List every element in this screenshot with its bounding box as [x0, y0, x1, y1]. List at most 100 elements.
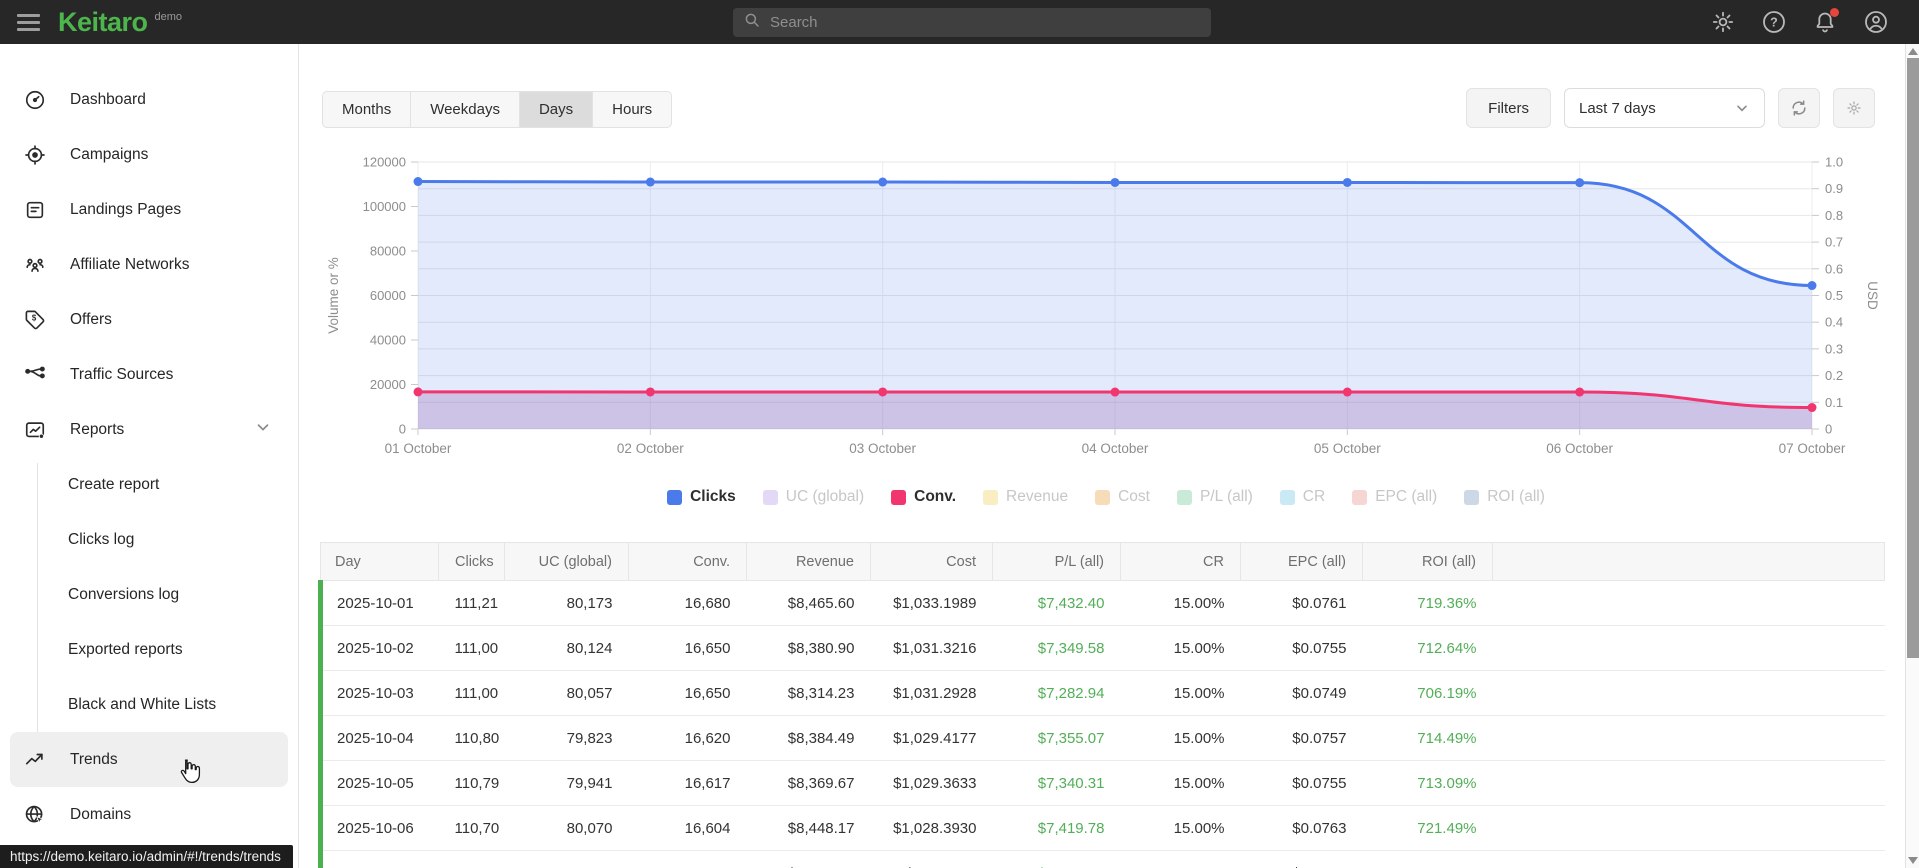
column-header-day[interactable]: Day — [320, 542, 439, 581]
sidebar-item-clicks-log[interactable]: Clicks log — [0, 512, 298, 567]
sidebar-item-trends[interactable]: Trends — [10, 732, 288, 787]
sidebar-item-label: Campaigns — [70, 145, 149, 163]
sidebar-item-create-report[interactable]: Create report — [0, 457, 298, 512]
legend-item-roi-all-[interactable]: ROI (all) — [1464, 488, 1545, 506]
svg-text:20000: 20000 — [370, 377, 406, 392]
legend-label: P/L (all) — [1199, 488, 1253, 505]
sidebar-item-reports[interactable]: Reports — [0, 402, 298, 457]
table-cell: 80,124 — [504, 625, 629, 671]
svg-text:$: $ — [32, 313, 37, 322]
legend-item-cost[interactable]: Cost — [1095, 488, 1150, 506]
search-input[interactable] — [770, 14, 1201, 31]
svg-text:0.6: 0.6 — [1825, 261, 1843, 276]
table-row: 2025-10-02 111,00 80,124 16,650 $8,380.90 $1,… — [318, 625, 1885, 671]
legend-item-cr[interactable]: CR — [1279, 488, 1325, 506]
table-cell: 581.20% — [1362, 850, 1493, 868]
table-cell: 2025-10-05 — [318, 760, 439, 806]
svg-text:100000: 100000 — [363, 199, 406, 214]
table-cell: 110,79 — [438, 760, 505, 806]
scroll-up-arrow[interactable] — [1908, 48, 1918, 55]
main-content: Months Weekdays Days Hours Filters Last 7 d… — [300, 44, 1905, 868]
user-icon — [1865, 11, 1887, 33]
scrollbar-thumb[interactable] — [1907, 58, 1919, 658]
legend-swatch — [983, 489, 999, 505]
link-preview-tooltip: https://demo.keitaro.io/admin/#!/trends/… — [0, 845, 293, 868]
column-header-uc-global-[interactable]: UC (global) — [504, 542, 629, 581]
table-cell: 111,00 — [438, 670, 505, 716]
table-cell: 16,604 — [628, 805, 747, 851]
sidebar-item-traffic-sources[interactable]: Traffic Sources — [0, 347, 298, 402]
settings-button[interactable] — [1711, 10, 1735, 34]
column-header-clicks[interactable]: Clicks — [438, 542, 505, 581]
table-cell — [1492, 805, 1885, 851]
column-header-cost[interactable]: Cost — [870, 542, 993, 581]
question-icon: ? — [1763, 11, 1785, 33]
legend-swatch — [762, 489, 778, 505]
svg-text:?: ? — [1770, 16, 1778, 30]
sidebar-item-black-and-white-lists[interactable]: Black and White Lists — [0, 677, 298, 732]
account-button[interactable] — [1864, 10, 1888, 34]
column-header-conv-[interactable]: Conv. — [628, 542, 747, 581]
column-header-epc-all-[interactable]: EPC (all) — [1240, 542, 1363, 581]
help-button[interactable]: ? — [1762, 10, 1786, 34]
table-row: 2025-10-0764,4844,4579,648$4,069.24$597.… — [318, 850, 1885, 868]
table-cell: 80,173 — [504, 580, 629, 626]
legend-item-revenue[interactable]: Revenue — [983, 488, 1068, 506]
legend-item-clicks[interactable]: Clicks — [667, 488, 736, 506]
date-range-value: Last 7 days — [1579, 99, 1656, 117]
legend-label: EPC (all) — [1375, 488, 1438, 505]
sidebar-item-landings-pages[interactable]: Landings Pages — [0, 182, 298, 237]
legend-item-uc-global-[interactable]: UC (global) — [762, 488, 864, 506]
legend-label: Conv. — [914, 488, 957, 505]
trends-table: Day Clicks UC (global) Conv. Revenue Cost P/L … — [318, 542, 1885, 868]
dashboard-icon — [24, 89, 46, 111]
table-cell: $4,069.24 — [746, 850, 871, 868]
legend-item-epc-all-[interactable]: EPC (all) — [1352, 488, 1437, 506]
traffic-icon — [24, 364, 46, 386]
menu-toggle-icon[interactable] — [0, 0, 46, 44]
notifications-button[interactable] — [1813, 8, 1839, 34]
svg-text:0: 0 — [399, 422, 406, 437]
legend-item-p-l-all-[interactable]: P/L (all) — [1176, 488, 1253, 506]
chart-legend: Clicks UC (global) Conv. Revenue Cost P/L (al… — [322, 488, 1890, 506]
table-cell: 9,648 — [628, 850, 747, 868]
svg-text:Volume or %: Volume or % — [326, 257, 341, 334]
column-header-roi-all-[interactable]: ROI (all) — [1362, 542, 1493, 581]
column-header-revenue[interactable]: Revenue — [746, 542, 871, 581]
table-cell: 706.19% — [1362, 670, 1493, 716]
global-search[interactable] — [733, 8, 1211, 37]
table-cell: 80,057 — [504, 670, 629, 716]
sidebar-item-affiliate-networks[interactable]: Affiliate Networks — [0, 237, 298, 292]
table-cell: 16,650 — [628, 670, 747, 716]
table-row: 2025-10-04 110,80 79,823 16,620 $8,384.49 $1,… — [318, 715, 1885, 761]
table-cell: 15.00% — [1120, 580, 1241, 626]
sidebar-item-dashboard[interactable]: Dashboard — [0, 72, 298, 127]
table-row: 2025-10-06 110,70 80,070 16,604 $8,448.17 $1,… — [318, 805, 1885, 851]
legend-swatch — [891, 489, 907, 505]
table-cell: 713.09% — [1362, 760, 1493, 806]
svg-text:0.1: 0.1 — [1825, 395, 1843, 410]
chevron-down-icon — [1737, 105, 1747, 112]
column-header-cr[interactable]: CR — [1120, 542, 1241, 581]
table-cell — [1492, 760, 1885, 806]
table-cell: 2025-10-02 — [318, 625, 439, 671]
sidebar-item-campaigns[interactable]: Campaigns — [0, 127, 298, 182]
env-badge: demo — [154, 11, 183, 23]
table-cell: $1,031.3216 — [870, 625, 993, 671]
table-cell: 80,070 — [504, 805, 629, 851]
sidebar-item-domains[interactable]: Domains — [0, 787, 298, 842]
sidebar-item-exported-reports[interactable]: Exported reports — [0, 622, 298, 677]
column-header-p-l-all-[interactable]: P/L (all) — [992, 542, 1121, 581]
link-preview-url: https://demo.keitaro.io/admin/#!/trends/… — [10, 849, 281, 864]
sidebar-item-offers[interactable]: $ Offers — [0, 292, 298, 347]
table-cell: $3,471.84 — [992, 850, 1121, 868]
table-cell: $597.3969 — [870, 850, 993, 868]
table-cell: $1,031.2928 — [870, 670, 993, 716]
svg-text:0.7: 0.7 — [1825, 235, 1843, 250]
table-cell: $8,448.17 — [746, 805, 871, 851]
sidebar: Dashboard Campaigns Landings Pages Affiliat… — [0, 44, 299, 868]
scroll-down-arrow[interactable] — [1908, 857, 1918, 864]
legend-item-conv-[interactable]: Conv. — [891, 488, 956, 506]
sidebar-item-conversions-log[interactable]: Conversions log — [0, 567, 298, 622]
table-cell: 16,680 — [628, 580, 747, 626]
